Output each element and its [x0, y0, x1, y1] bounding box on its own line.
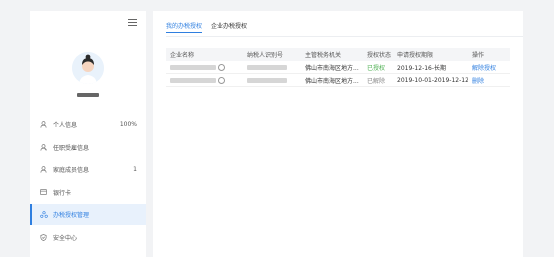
sidebar-item-security-center[interactable]: 安全中心	[30, 227, 146, 248]
tax-authority-cell: 佛山市南海区地方...	[301, 73, 363, 87]
redacted-text	[170, 64, 216, 70]
column-header: 纳税人识别号	[243, 48, 301, 61]
tab-bar: 我的办税授权 企业办税授权	[166, 21, 256, 33]
redacted-text	[247, 64, 287, 70]
tax-authority-cell: 佛山市南海区地方...	[301, 61, 363, 74]
action-cell: 解除授权	[468, 61, 510, 74]
menu-toggle-icon[interactable]	[128, 19, 137, 26]
sidebar-item-personal-info[interactable]: 个人信息 100%	[30, 114, 146, 135]
period-cell: 2019-10-01-2019-12-12	[393, 73, 468, 87]
person-job-icon	[40, 143, 50, 151]
table-row: 佛山市南海区地方... 已解除 2019-10-01-2019-12-12 删除	[166, 73, 510, 87]
sidebar-item-label: 个人信息	[53, 122, 78, 129]
column-header: 主管税务机关	[301, 48, 363, 61]
company-name-cell	[166, 73, 243, 87]
table-header-row: 企业名称 纳税人识别号 主管税务机关 授权状态 申请授权期限 操作	[166, 48, 510, 61]
action-cell: 删除	[468, 73, 510, 87]
sidebar-item-employment-info[interactable]: 任职受雇信息	[30, 137, 146, 158]
sidebar-item-value: 100%	[119, 121, 137, 128]
sidebar-item-label: 安全中心	[53, 234, 78, 242]
column-header: 操作	[468, 48, 510, 61]
table-row: 佛山市南海区地方... 已授权 2019-12-16-长期 解除授权	[166, 61, 510, 74]
tab-my-tax-authorization[interactable]: 我的办税授权	[166, 21, 203, 33]
avatar	[72, 52, 104, 84]
redacted-text	[247, 77, 287, 83]
revoke-authorization-link[interactable]: 解除授权	[472, 65, 496, 72]
period-cell: 2019-12-16-长期	[393, 61, 468, 74]
tab-divider	[166, 36, 523, 37]
taxpayer-id-cell	[243, 73, 301, 87]
sidebar-item-label: 银行卡	[53, 189, 72, 197]
company-name-cell	[166, 61, 243, 74]
person-icon	[40, 121, 50, 128]
sidebar-item-bank-card[interactable]: 银行卡	[30, 182, 146, 203]
delete-link[interactable]: 删除	[472, 78, 484, 85]
column-header: 企业名称	[166, 48, 243, 61]
sidebar-item-family-info[interactable]: 家庭成员信息 1	[30, 159, 146, 180]
taxpayer-id-cell	[243, 61, 301, 74]
status-badge: 已解除	[363, 73, 393, 87]
sidebar-item-label: 办税授权管理	[53, 212, 90, 219]
info-icon[interactable]	[218, 76, 225, 84]
redacted-text	[170, 77, 216, 83]
tab-company-tax-authorization[interactable]: 企业办税授权	[211, 21, 247, 33]
sidebar: 个人信息 100% 任职受雇信息 家庭成员信息 1 银行卡 办税授权管理 安全中…	[30, 11, 146, 257]
family-icon	[40, 166, 50, 173]
sidebar-item-value: 1	[133, 166, 137, 173]
status-badge: 已授权	[363, 61, 393, 74]
column-header: 授权状态	[363, 48, 393, 61]
shield-icon	[40, 233, 50, 241]
authorization-icon	[40, 211, 50, 218]
sidebar-menu: 个人信息 100% 任职受雇信息 家庭成员信息 1 银行卡 办税授权管理 安全中…	[30, 114, 146, 248]
info-icon[interactable]	[218, 63, 225, 71]
sidebar-item-tax-authorization[interactable]: 办税授权管理	[30, 204, 146, 225]
main-panel: 我的办税授权 企业办税授权 企业名称 纳税人识别号 主管税务机关 授权状态 申请…	[153, 11, 523, 257]
card-icon	[40, 189, 50, 195]
sidebar-item-label: 任职受雇信息	[53, 144, 90, 152]
column-header: 申请授权期限	[393, 48, 468, 61]
sidebar-item-label: 家庭成员信息	[53, 167, 90, 174]
username-redacted	[77, 93, 99, 97]
authorization-table: 企业名称 纳税人识别号 主管税务机关 授权状态 申请授权期限 操作 佛山市南海区…	[166, 48, 510, 87]
